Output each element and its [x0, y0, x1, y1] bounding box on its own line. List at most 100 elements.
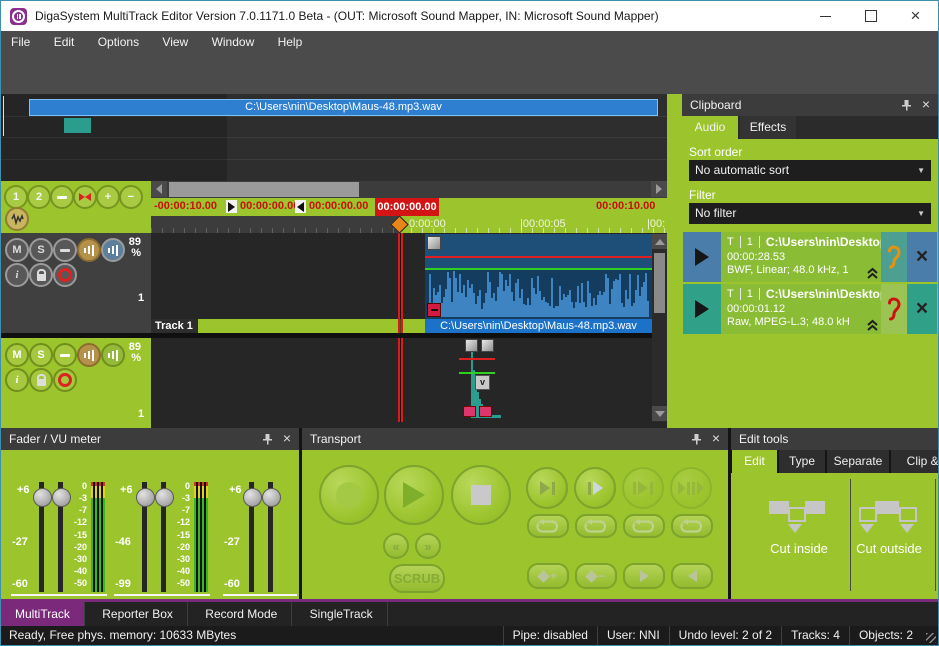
clipboard-item[interactable]: T1C:\Users\nin\Desktop\ 00:00:01.12 Raw,…: [683, 284, 937, 334]
cut-outside-button[interactable]: Cut outside: [836, 541, 939, 556]
mute-button[interactable]: M: [5, 238, 29, 262]
clip-info[interactable]: T1C:\Users\nin\Desktop\ 00:00:01.12 Raw,…: [721, 284, 881, 334]
sort-order-select[interactable]: No automatic sort▼: [689, 160, 931, 181]
object-fade-handle[interactable]: [479, 406, 492, 417]
tab-singletrack[interactable]: SingleTrack: [296, 602, 388, 626]
resize-grip[interactable]: [926, 633, 936, 643]
tab-multitrack[interactable]: MultiTrack: [1, 602, 85, 626]
loop-button[interactable]: [575, 514, 617, 538]
mark-in-marker[interactable]: [226, 200, 237, 213]
play-around-cut-button[interactable]: [670, 467, 712, 509]
record-arm-button[interactable]: [53, 263, 77, 287]
remove-marker-button[interactable]: −: [575, 563, 617, 589]
meter-blue-icon[interactable]: [101, 238, 125, 262]
fader-knob[interactable]: [262, 488, 281, 507]
tab-clip-insert[interactable]: Clip & I: [891, 450, 939, 473]
cut-outside-icon[interactable]: [859, 501, 915, 537]
scroll-down-icon[interactable]: [652, 406, 667, 421]
add-marker-button[interactable]: +: [527, 563, 569, 589]
minimize-track-button[interactable]: [53, 238, 77, 262]
collapse-icon[interactable]: [866, 319, 879, 332]
info-button[interactable]: i: [5, 368, 29, 392]
pin-icon[interactable]: [901, 99, 912, 114]
scrollbar-thumb[interactable]: [169, 182, 359, 197]
menu-file[interactable]: File: [1, 31, 40, 53]
close-icon[interactable]: ×: [922, 96, 930, 112]
object-file-label[interactable]: C:\Users\nin\Desktop\Maus-48.mp3.wav: [425, 319, 652, 333]
scrollbar-thumb[interactable]: [654, 253, 665, 313]
zoom-to-marks-icon[interactable]: [73, 185, 97, 209]
overview-audio-object[interactable]: C:\Users\nin\Desktop\Maus-48.mp3.wav: [29, 99, 658, 116]
solo-button[interactable]: S: [29, 343, 53, 367]
cut-inside-icon[interactable]: [769, 501, 825, 537]
menu-help[interactable]: Help: [268, 31, 313, 53]
loop-button[interactable]: [527, 514, 569, 538]
zoom-in-button[interactable]: +: [96, 185, 120, 209]
lock-button[interactable]: [29, 263, 53, 287]
audio-object[interactable]: [425, 234, 652, 319]
delete-icon[interactable]: ×: [907, 232, 937, 282]
tab-type[interactable]: Type: [779, 450, 825, 473]
pin-icon[interactable]: [262, 433, 273, 448]
play-button[interactable]: [683, 232, 721, 282]
play-from-mark-button[interactable]: [574, 467, 616, 509]
close-button[interactable]: ×: [893, 1, 938, 31]
collapse-icon[interactable]: [866, 267, 879, 280]
stop-button[interactable]: [451, 465, 511, 525]
solo-button[interactable]: S: [29, 238, 53, 262]
object-fade-handle[interactable]: [463, 406, 476, 417]
clip-info[interactable]: T1C:\Users\nin\Desktop\ 00:00:28.53 BWF,…: [721, 232, 881, 282]
delete-icon[interactable]: ×: [907, 284, 937, 334]
menu-edit[interactable]: Edit: [44, 31, 85, 53]
filter-select[interactable]: No filter▼: [689, 203, 931, 224]
lock-button[interactable]: [29, 368, 53, 392]
mute-button[interactable]: M: [5, 343, 29, 367]
maximize-button[interactable]: [848, 1, 893, 31]
record-arm-button[interactable]: [53, 368, 77, 392]
vertical-scrollbar[interactable]: [652, 233, 667, 422]
loop-button[interactable]: [671, 514, 713, 538]
play-button[interactable]: [683, 284, 721, 334]
meter-gold-icon[interactable]: [77, 238, 101, 262]
zoom-out-button[interactable]: −: [119, 185, 143, 209]
meter-green-icon[interactable]: [101, 343, 125, 367]
loop-button[interactable]: [623, 514, 665, 538]
prelisten-ear-icon[interactable]: [881, 284, 907, 334]
time-ruler-scale[interactable]: 0:00:00 |00:00:05 |00:: [151, 216, 667, 233]
forward-button[interactable]: »: [415, 533, 441, 559]
object-handle[interactable]: [427, 236, 441, 250]
tab-audio[interactable]: Audio: [682, 116, 738, 139]
play-to-mark-button[interactable]: [526, 467, 568, 509]
object-volume-line[interactable]: [425, 268, 652, 270]
time-ruler-marks[interactable]: -00:00:10.00 00:00:00.00 00:00:00.00 00:…: [151, 198, 667, 216]
zoom-preset-1-button[interactable]: 1: [4, 185, 28, 209]
play-between-marks-button[interactable]: [622, 467, 664, 509]
zoom-minus-button[interactable]: [50, 185, 74, 209]
waveform-mode-icon[interactable]: [5, 207, 29, 231]
play-button[interactable]: [384, 465, 444, 525]
prelisten-ear-icon[interactable]: [881, 232, 907, 282]
minimize-track-button[interactable]: [53, 343, 77, 367]
overview-clip-object[interactable]: [64, 118, 91, 133]
meter-gold-icon[interactable]: [77, 343, 101, 367]
info-button[interactable]: i: [5, 263, 29, 287]
scroll-left-icon[interactable]: [151, 181, 167, 197]
fader-knob[interactable]: [33, 488, 52, 507]
menu-window[interactable]: Window: [202, 31, 265, 53]
tab-effects[interactable]: Effects: [740, 116, 796, 139]
tab-reporter-box[interactable]: Reporter Box: [88, 602, 188, 626]
record-button[interactable]: [319, 465, 379, 525]
zoom-preset-2-button[interactable]: 2: [27, 185, 51, 209]
tab-record-mode[interactable]: Record Mode: [191, 602, 292, 626]
object-handle[interactable]: [481, 339, 494, 352]
volume-point[interactable]: v: [475, 375, 490, 390]
menu-view[interactable]: View: [152, 31, 198, 53]
object-fade-handle[interactable]: [427, 303, 441, 317]
next-marker-button[interactable]: [623, 563, 665, 589]
object-volume-line[interactable]: [459, 372, 495, 374]
close-icon[interactable]: ×: [283, 430, 291, 446]
scrub-button[interactable]: SCRUB: [389, 564, 445, 593]
horizontal-scrollbar[interactable]: [151, 181, 667, 198]
fader-knob[interactable]: [243, 488, 262, 507]
tab-edit[interactable]: Edit: [732, 450, 777, 473]
